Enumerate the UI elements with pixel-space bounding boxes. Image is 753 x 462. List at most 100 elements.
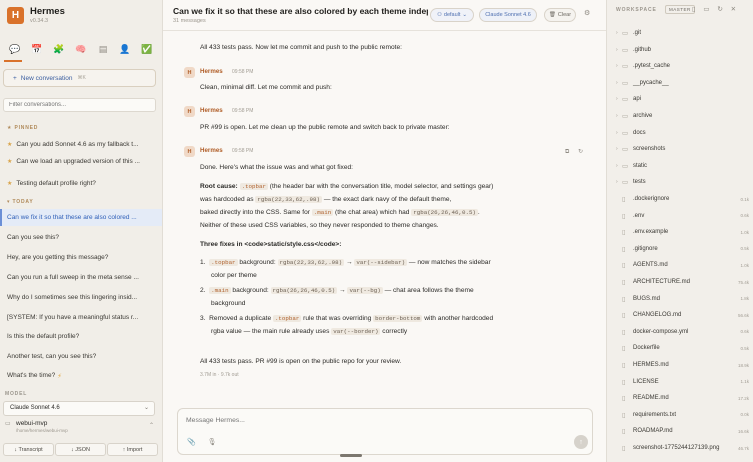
tree-folder-item[interactable]: › ▭ api (607, 91, 753, 107)
tree-file-item[interactable]: ▯ AGENTS.md 1.0k (607, 257, 753, 273)
copy-icon[interactable]: ⧉ (565, 149, 569, 155)
tree-file-item[interactable]: ▯ .env 0.6k (607, 208, 753, 224)
tree-folder-item[interactable]: › ▭ .git (607, 25, 753, 41)
check-icon[interactable]: ✅ (136, 42, 158, 56)
tree-folder-item[interactable]: › ▭ archive (607, 108, 753, 124)
folder-icon: ▭ (622, 129, 629, 137)
tree-file-item[interactable]: ▯ Dockerfile 0.5k (607, 340, 753, 356)
conversation-item[interactable]: ★ Can you add Sonnet 4.6 as my fallback t… (0, 136, 162, 153)
tree-file-item[interactable]: ▯ .dockerignore 0.1k (607, 191, 753, 207)
tree-file-item[interactable]: ▯ CHANGELOG.md 56.6k (607, 307, 753, 323)
folder-icon: ▭ (622, 30, 629, 37)
conversation-title: Can we fix it so that these are also col… (173, 6, 428, 16)
close-icon[interactable]: ✕ (731, 6, 736, 13)
file-icon: ▯ (622, 411, 626, 419)
avatar: H (184, 106, 195, 117)
message-actions: ⧉ ↻ (565, 148, 583, 156)
conversation-item[interactable]: Another test, can you see this? (0, 348, 162, 365)
conversation-item[interactable]: Can you run a full sweep in the meta sen… (0, 269, 162, 286)
retry-icon[interactable]: ↻ (578, 149, 583, 155)
message-text: Done. Here's what the issue was and what… (200, 164, 353, 171)
tree-file-item[interactable]: ▯ .gitignore 0.5k (607, 241, 753, 257)
root-cause-line-4: Neither of these used CSS variables, so … (200, 222, 439, 229)
file-icon: ▯ (622, 328, 626, 336)
message-time: 09:58 PM (232, 69, 254, 75)
export-buttons: ↓ Transcript ↓ JSON ↑ Import (3, 443, 159, 456)
tree-folder-item[interactable]: › ▭ tests (607, 174, 753, 190)
tree-folder-item[interactable]: › ▭ __pycache__ (607, 75, 753, 91)
fixes-heading: Three fixes in <code>static/style.css</c… (200, 241, 342, 248)
calendar-icon[interactable]: 📅 (26, 42, 48, 56)
conversation-filter-input[interactable] (3, 98, 156, 112)
tree-file-item[interactable]: ▯ README.md 17.2k (607, 390, 753, 406)
conversation-item[interactable]: Hey, are you getting this message? (0, 249, 162, 266)
file-size: 16.6k (737, 428, 749, 434)
resize-handle[interactable] (340, 454, 362, 457)
message-text: All 433 tests pass. Now let me commit an… (200, 44, 402, 51)
book-icon[interactable]: ▤ (92, 42, 114, 56)
new-conversation-button[interactable]: + New conversation ⌘K (3, 69, 156, 87)
message-text: Clean, minimal diff. Let me commit and p… (200, 84, 332, 91)
tree-file-item[interactable]: ▯ ARCHITECTURE.md 75.4k (607, 274, 753, 290)
model-select[interactable]: Claude Sonnet 4.6 ⌄ (3, 401, 155, 416)
clear-button[interactable]: 🗑 Clear (544, 8, 576, 22)
download-json-button[interactable]: ↓ JSON (55, 443, 106, 456)
microphone-icon[interactable]: 🎙 (208, 439, 217, 446)
message-input[interactable] (186, 417, 546, 424)
file-size: 0.6k (740, 213, 749, 219)
tree-folder-item[interactable]: › ▭ .pytest_cache (607, 58, 753, 74)
conversation-item[interactable]: [SYSTEM: If you have a meaningful status… (0, 309, 162, 326)
new-file-icon[interactable]: ▯ (692, 6, 696, 13)
file-size: 75.4k (737, 279, 749, 285)
message-author: Hermes (200, 147, 223, 154)
tree-item-name: docs (633, 129, 646, 136)
attach-icon[interactable]: 📎 (187, 439, 196, 446)
tree-item-name: __pycache__ (633, 79, 669, 86)
message-author: Hermes (200, 68, 223, 75)
active-tab-indicator (4, 60, 22, 62)
chat-icon[interactable]: 💬 (4, 42, 26, 56)
gear-icon[interactable]: ⚙ (584, 9, 590, 17)
folder-icon: ▭ (5, 421, 11, 427)
workspace-selector[interactable]: ▭ webui-mvp /home/hermes/webui-mvp ⌃ (5, 420, 157, 433)
workspace-path: /home/hermes/webui-mvp (16, 428, 68, 433)
import-button[interactable]: ↑ Import (107, 443, 158, 456)
tree-folder-item[interactable]: › ▭ .github (607, 42, 753, 58)
tree-file-item[interactable]: ▯ BUGS.md 1.8k (607, 291, 753, 307)
tree-file-item[interactable]: ▯ .env.example 1.0k (607, 224, 753, 240)
refresh-icon[interactable]: ↻ (717, 6, 722, 13)
model-pill[interactable]: Claude Sonnet 4.6 (479, 8, 537, 22)
tree-item-name: .pytest_cache (633, 63, 671, 70)
new-folder-icon[interactable]: ▭ (703, 6, 709, 13)
profile-pill[interactable]: ⚇ default ⌄ (430, 8, 474, 22)
tree-folder-item[interactable]: › ▭ docs (607, 125, 753, 141)
tree-item-name: static (633, 162, 648, 169)
conversation-item-active[interactable]: Can we fix it so that these are also col… (0, 209, 162, 226)
brain-icon[interactable]: 🧩 (48, 42, 70, 56)
folder-icon: ▭ (622, 63, 629, 71)
conversation-item[interactable]: ★ Testing default profile right? (0, 175, 162, 192)
tree-file-item[interactable]: ▯ requirements.txt 0.0k (607, 407, 753, 423)
plus-icon: + (13, 74, 17, 82)
fix-item-2-cont: background (211, 300, 246, 307)
conversation-item[interactable]: Why do I sometimes see this lingering in… (0, 289, 162, 306)
tree-folder-item[interactable]: › ▭ static (607, 158, 753, 174)
conversation-item[interactable]: Is this the default profile? (0, 328, 162, 345)
conversation-item[interactable]: ★ Can we load an upgraded version of this… (0, 153, 162, 170)
tree-file-item[interactable]: ▯ screenshot-1775244127139.png 46.7k (607, 440, 753, 456)
tree-file-item[interactable]: ▯ HERMES.md 18.9k (607, 357, 753, 373)
memory-icon[interactable]: 🧠 (70, 42, 92, 56)
conversation-item[interactable]: Can you see this? (0, 229, 162, 246)
send-button[interactable]: ↑ (574, 435, 588, 449)
tree-file-item[interactable]: ▯ LICENSE 1.1k (607, 374, 753, 390)
file-icon: ▯ (622, 345, 626, 353)
topbar: Can we fix it so that these are also col… (163, 0, 606, 31)
file-size: 18.9k (737, 362, 749, 368)
tree-folder-item[interactable]: › ▭ screenshots (607, 141, 753, 157)
tree-file-item[interactable]: ▯ docker-compose.yml 0.6k (607, 324, 753, 340)
conversation-item[interactable]: What's the time? ⚡ (0, 367, 162, 384)
download-transcript-button[interactable]: ↓ Transcript (3, 443, 54, 456)
tree-file-item[interactable]: ▯ ROADMAP.md 16.6k (607, 423, 753, 439)
person-icon[interactable]: 👤 (114, 42, 136, 56)
folder-icon: ▭ (622, 113, 629, 120)
